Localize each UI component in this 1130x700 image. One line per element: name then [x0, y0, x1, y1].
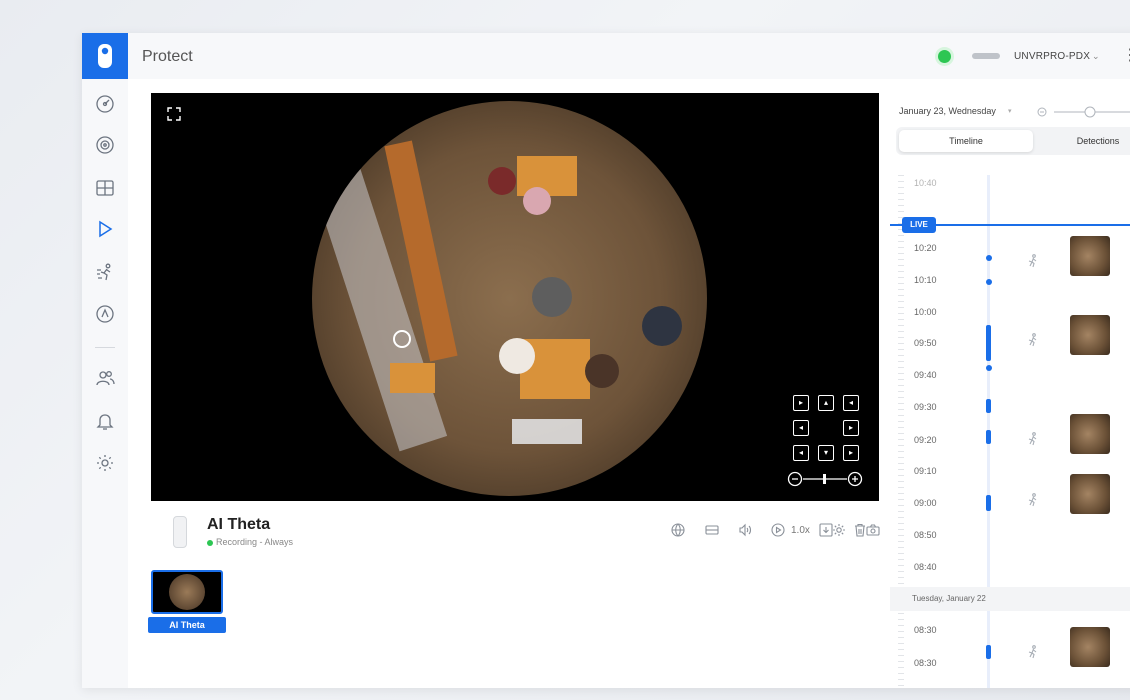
recording-marker[interactable] [986, 255, 992, 261]
time-label: 10:00 [914, 307, 937, 317]
timeline-panel: January 23, Wednesday ▾ Timeline Detecti… [890, 79, 1130, 688]
camera-info-bar: AI Theta Recording - Always 1.0x [151, 511, 880, 555]
nvr-name[interactable]: UNVRPRO-PDX [1014, 51, 1090, 62]
chevron-down-icon[interactable]: ⌄ [1092, 51, 1100, 62]
timeline-zoom [1036, 105, 1130, 118]
timeline-scroll[interactable]: 10:40 LIVE 10:20 10:10 10:00 09:50 09:40… [890, 175, 1130, 688]
event-thumbnail[interactable] [1070, 414, 1110, 454]
time-label: 09:30 [914, 402, 937, 412]
camera-name: AI Theta [207, 516, 271, 533]
users-icon[interactable] [93, 366, 117, 390]
day-separator: Tuesday, January 22 [890, 587, 1130, 611]
recording-segment[interactable] [986, 430, 991, 444]
camera-thumbnail-label[interactable]: AI Theta [148, 617, 226, 633]
day-separator-label: Tuesday, January 22 [912, 594, 986, 603]
recording-segment[interactable] [986, 399, 991, 413]
person-motion-icon [1026, 333, 1040, 347]
time-label: 09:20 [914, 435, 937, 445]
time-label: 08:30 [914, 658, 937, 668]
zoom-control [787, 471, 863, 487]
ptz-down-left-button[interactable]: ◂ [793, 445, 809, 461]
event-thumbnail[interactable] [1070, 474, 1110, 514]
download-icon[interactable] [817, 521, 835, 539]
zoom-out-icon[interactable] [1037, 107, 1047, 117]
play-icon[interactable] [93, 217, 117, 241]
date-selector[interactable]: January 23, Wednesday [899, 106, 996, 116]
top-bar: Protect UNVRPRO-PDX ⌄ ⋮ [82, 33, 1130, 79]
recording-segment[interactable] [986, 325, 991, 361]
zoom-out-icon[interactable] [787, 471, 803, 487]
gear-icon[interactable] [93, 451, 117, 475]
layout-icon[interactable] [703, 521, 721, 539]
person-motion-icon [1026, 254, 1040, 268]
event-thumbnail[interactable] [1070, 627, 1110, 667]
status-indicator [938, 50, 951, 63]
chevron-down-icon[interactable]: ▾ [1008, 107, 1012, 115]
camera-icon[interactable] [93, 133, 117, 157]
timeline-zoom-handle[interactable] [1084, 106, 1096, 118]
time-label: 10:40 [914, 178, 937, 188]
motion-icon[interactable] [93, 260, 117, 284]
trash-icon[interactable] [851, 521, 869, 539]
time-label: 10:10 [914, 275, 937, 285]
person-motion-icon [1026, 493, 1040, 507]
zoom-in-icon[interactable] [847, 471, 863, 487]
tab-timeline[interactable]: Timeline [899, 130, 1033, 152]
video-player[interactable]: ▸ ▴ ◂ ◂ ▸ ◂ ▾ ▸ [151, 93, 879, 501]
ptz-up-left-button[interactable]: ▸ [793, 395, 809, 411]
ptz-up-right-button[interactable]: ◂ [843, 395, 859, 411]
fullscreen-icon[interactable] [167, 107, 181, 126]
ptz-right-button[interactable]: ▸ [843, 420, 859, 436]
time-label: 08:50 [914, 530, 937, 540]
more-options-icon[interactable]: ⋮ [1122, 45, 1130, 65]
camera-logo-icon[interactable] [82, 33, 128, 79]
person-motion-icon [1026, 432, 1040, 446]
recording-segment[interactable] [986, 495, 991, 511]
live-badge[interactable]: LIVE [902, 217, 936, 233]
time-label: 08:30 [914, 625, 937, 635]
recording-dot [207, 540, 213, 546]
fisheye-camera-view [312, 101, 707, 496]
tab-detections[interactable]: Detections [1050, 130, 1130, 152]
grid-icon[interactable] [93, 176, 117, 200]
time-label: 09:10 [914, 466, 937, 476]
timeline-ticks [898, 175, 904, 688]
globe-icon[interactable] [669, 521, 687, 539]
playback-speed-icon[interactable] [769, 521, 787, 539]
ptz-controls: ▸ ▴ ◂ ◂ ▸ ◂ ▾ ▸ [791, 393, 861, 463]
time-label: 09:00 [914, 498, 937, 508]
camera-thumbnail-image[interactable] [151, 570, 223, 614]
time-label: 09:50 [914, 338, 937, 348]
ptz-up-button[interactable]: ▴ [818, 395, 834, 411]
camera-device-icon [173, 516, 187, 548]
person-motion-icon [1026, 645, 1040, 659]
app-window: Protect UNVRPRO-PDX ⌄ ⋮ ▸ ▴ ◂ ◂ ▸ ◂ ▾ ▸ … [82, 33, 1130, 688]
dashboard-icon[interactable] [93, 92, 117, 116]
bell-icon[interactable] [93, 409, 117, 433]
time-label: 08:40 [914, 562, 937, 572]
audio-icon[interactable] [736, 521, 754, 539]
sidebar-divider [95, 347, 115, 348]
recording-marker[interactable] [986, 279, 992, 285]
ptz-left-button[interactable]: ◂ [793, 420, 809, 436]
ptz-down-right-button[interactable]: ▸ [843, 445, 859, 461]
time-label: 10:20 [914, 243, 937, 253]
app-title: Protect [142, 48, 193, 65]
ptz-down-button[interactable]: ▾ [818, 445, 834, 461]
sidebar [82, 79, 128, 688]
time-label: 09:40 [914, 370, 937, 380]
nvr-device-icon [972, 53, 1000, 59]
timeline-tabs: Timeline Detections [896, 127, 1130, 155]
playback-speed[interactable]: 1.0x [791, 525, 810, 536]
event-thumbnail[interactable] [1070, 315, 1110, 355]
recording-status: Recording - Always [216, 537, 294, 547]
zoom-slider-handle[interactable] [823, 474, 826, 484]
event-thumbnail[interactable] [1070, 236, 1110, 276]
camera-thumbnail[interactable]: AI Theta [148, 570, 226, 636]
recording-marker[interactable] [986, 365, 992, 371]
recording-segment[interactable] [986, 645, 991, 659]
map-icon[interactable] [93, 302, 117, 326]
